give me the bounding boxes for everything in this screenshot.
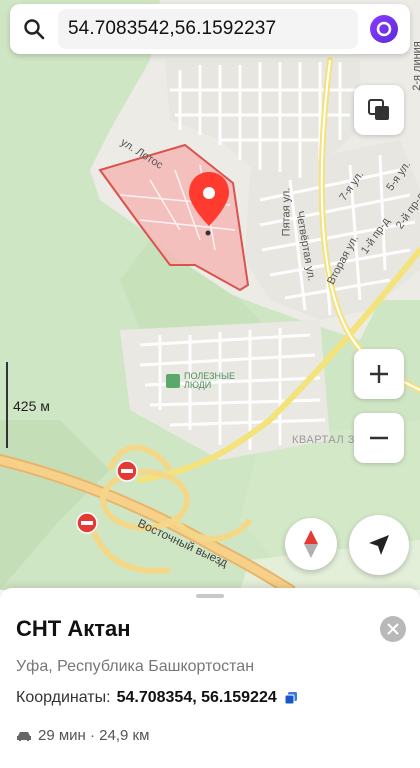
map-scale: 425 м	[6, 362, 76, 448]
layers-icon	[368, 99, 389, 120]
zoom-out-button[interactable]	[354, 413, 404, 463]
minus-icon	[370, 436, 388, 440]
no-entry-icon	[116, 460, 138, 482]
compass-button[interactable]	[285, 518, 337, 570]
search-bar: 54.7083542,56.1592237	[10, 4, 410, 54]
copy-icon[interactable]	[284, 692, 297, 704]
poi-label: ПОЛЕЗНЫЕ ЛЮДИ	[184, 371, 235, 390]
place-address: Уфа, Республика Башкортостан	[16, 658, 255, 675]
search-icon[interactable]	[10, 4, 58, 54]
zoom-in-button[interactable]	[354, 349, 404, 399]
scale-bar	[6, 362, 8, 448]
street-label: Пятая ул.	[280, 187, 293, 237]
poi-marker[interactable]: ПОЛЕЗНЫЕ ЛЮДИ	[166, 372, 244, 390]
car-icon	[17, 731, 31, 741]
layers-button[interactable]	[354, 85, 404, 135]
search-input[interactable]: 54.7083542,56.1592237	[58, 9, 358, 49]
close-icon	[387, 623, 399, 635]
sheet-handle[interactable]	[196, 594, 224, 598]
coordinates-row: Координаты: 54.708354, 56.159224	[16, 689, 297, 707]
district-label: КВАРТАЛ З	[292, 434, 355, 446]
route-info[interactable]: 29 мин · 24,9 км	[16, 727, 149, 744]
poi-icon	[166, 374, 180, 388]
my-location-button[interactable]	[349, 515, 409, 575]
location-pin-icon[interactable]	[186, 170, 232, 230]
coordinates-value[interactable]: 54.708354, 56.159224	[117, 689, 277, 707]
coordinates-label: Координаты:	[16, 689, 111, 706]
close-button[interactable]	[380, 616, 406, 642]
place-card: СНТ Актан Уфа, Республика Башкортостан К…	[0, 588, 420, 768]
compass-icon	[304, 530, 318, 558]
route-text: 29 мин · 24,9 км	[38, 727, 150, 744]
map-view[interactable]: ул. Лотос Пятая ул. Четвёртая ул. Вторая…	[0, 0, 420, 590]
street-label: 2-я линия	[410, 41, 420, 91]
location-arrow-icon	[369, 535, 389, 555]
place-title: СНТ Актан	[16, 616, 131, 641]
alice-icon	[370, 15, 398, 43]
plus-icon	[370, 365, 388, 383]
no-entry-icon	[76, 512, 98, 534]
alice-button[interactable]	[358, 4, 410, 54]
scale-label: 425 м	[13, 398, 50, 414]
